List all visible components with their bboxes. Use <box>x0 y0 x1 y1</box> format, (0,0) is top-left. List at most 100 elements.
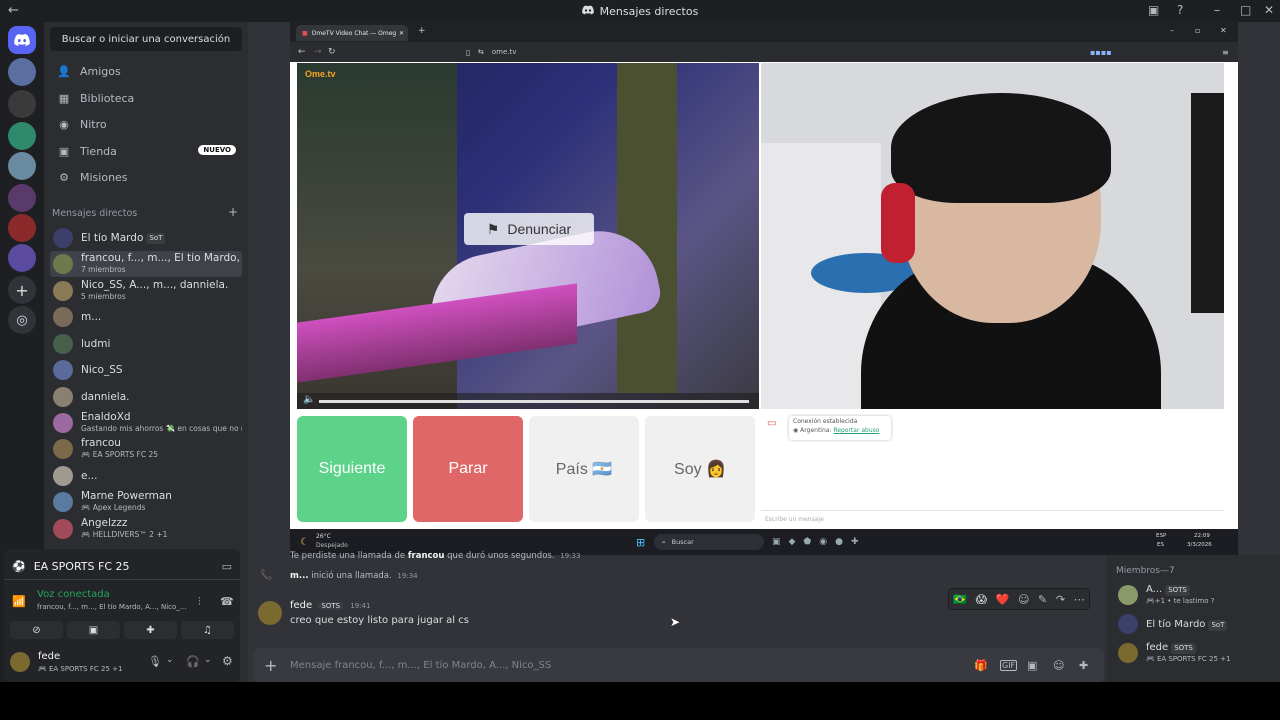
taskbar-time[interactable]: 22:09 <box>1194 533 1210 539</box>
guild-tag[interactable]: SOTS <box>318 602 344 610</box>
server-icon[interactable] <box>8 184 36 212</box>
stop-button[interactable]: Parar <box>413 416 523 522</box>
soundboard-button[interactable]: ♫ <box>181 621 234 639</box>
member-item[interactable]: fede SOTS 🎮 EA SPORTS FC 25 +1 <box>1114 640 1278 666</box>
taskbar-apps-icon[interactable]: ▣◆⬟◉●✚ <box>772 537 867 547</box>
address-bar[interactable]: ⇆ ome.tv <box>478 45 1038 59</box>
share-screen-button[interactable]: ▣ <box>67 621 120 639</box>
noise-suppression-icon[interactable]: ⫶ <box>198 595 201 609</box>
dm-item[interactable]: m... <box>50 304 242 330</box>
edit-icon[interactable]: ✎ <box>1038 593 1047 606</box>
dm-item[interactable]: danniela. <box>50 384 242 410</box>
gender-button[interactable]: Soy 👩 <box>645 416 755 522</box>
region-indicator[interactable]: ES <box>1157 542 1164 548</box>
nav-nitro[interactable]: ◉ Nitro <box>50 112 242 136</box>
brazil-flag-reaction-icon[interactable]: 🇧🇷 <box>953 593 967 606</box>
dm-item[interactable]: Nico_SS, A..., m..., danniela. 5 miembros <box>50 278 242 304</box>
taskbar-search[interactable]: ⌕ Buscar <box>654 534 764 550</box>
nav-library[interactable]: ▦ Biblioteca <box>50 86 242 110</box>
camera-toggle-button[interactable]: ⊘ <box>10 621 63 639</box>
headphones-icon[interactable]: 🎧 <box>186 655 200 668</box>
volume-icon[interactable]: 🔈 <box>303 394 315 405</box>
server-icon[interactable] <box>8 244 36 272</box>
attach-plus-icon[interactable]: + <box>264 656 277 675</box>
gift-icon[interactable]: 🎁 <box>974 659 988 672</box>
inbox-icon[interactable]: ▣ <box>1148 3 1159 17</box>
discover-icon[interactable]: ◎ <box>8 306 36 334</box>
browser-menu-icon[interactable]: ≡ <box>1222 48 1229 57</box>
activities-button[interactable]: ✚ <box>124 621 177 639</box>
bookmark-icon[interactable]: ▯ <box>466 48 470 57</box>
missed-call-user[interactable]: francou <box>408 551 445 561</box>
create-dm-button[interactable]: + <box>228 205 238 219</box>
dm-item[interactable]: e... <box>50 463 242 489</box>
browser-tab[interactable]: ■ OmeTV Video Chat — Omeg ✕ <box>296 25 408 41</box>
browser-close-icon[interactable]: ✕ <box>1220 26 1227 35</box>
more-options-icon[interactable]: ⋯ <box>1074 593 1085 606</box>
browser-restore-icon[interactable]: ▫ <box>1195 26 1200 35</box>
gear-icon[interactable]: ⚙ <box>222 654 233 668</box>
server-icon[interactable] <box>8 122 36 150</box>
dm-item[interactable]: EnaldoXd Gastando mis ahorros 💸 en cosas … <box>50 410 242 436</box>
add-reaction-icon[interactable]: ☺ <box>1018 593 1029 606</box>
screen-share-stream[interactable]: ■ OmeTV Video Chat — Omeg ✕ + – ▫ ✕ ← → … <box>290 22 1238 555</box>
message-author[interactable]: fede <box>290 600 312 611</box>
avatar[interactable] <box>258 601 282 625</box>
disconnect-icon[interactable]: ☎ <box>220 595 234 608</box>
new-tab-icon[interactable]: + <box>418 26 426 36</box>
close-icon[interactable]: ✕ <box>1264 3 1274 17</box>
back-arrow-icon[interactable]: ← <box>8 3 19 18</box>
heart-reaction-icon[interactable]: ❤️ <box>996 593 1010 606</box>
forward-icon[interactable]: ↷ <box>1056 593 1065 606</box>
avatar[interactable] <box>10 652 30 672</box>
lang-indicator[interactable]: ESP <box>1156 533 1166 539</box>
help-icon[interactable]: ? <box>1177 3 1183 17</box>
dm-item[interactable]: Nico_SS <box>50 357 242 383</box>
server-icon[interactable] <box>8 58 36 86</box>
windows-start-icon[interactable]: ⊞ <box>636 536 645 549</box>
maximize-icon[interactable]: □ <box>1240 3 1251 17</box>
dm-item[interactable]: Angelzzz 🎮 HELLDIVERS™ 2 +1 <box>50 516 242 542</box>
dm-item[interactable]: El tío Mardo SoT <box>50 225 242 251</box>
voice-connected-label[interactable]: Voz conectada <box>37 589 110 600</box>
report-abuse-link[interactable]: Reportar abuso <box>833 427 879 434</box>
member-item[interactable]: A... SOTS 🎮+1 • te lastimo ? <box>1114 582 1278 608</box>
browser-minimize-icon[interactable]: – <box>1170 26 1174 35</box>
scream-reaction-icon[interactable]: 😱 <box>976 593 987 606</box>
gif-icon[interactable]: GIF <box>1000 659 1018 671</box>
browser-extensions-icon[interactable]: ▪▪▪▪ <box>1090 48 1112 57</box>
apps-icon[interactable]: ✚ <box>1079 659 1088 672</box>
message-input[interactable]: Mensaje francou, f..., m..., El tío Mard… <box>290 660 551 671</box>
ometv-chat-input[interactable]: Escribe un mensaje <box>761 510 1224 527</box>
nav-shop[interactable]: ▣ Tienda NUEVO <box>50 139 242 163</box>
volume-slider[interactable] <box>319 400 749 403</box>
browser-forward-icon[interactable]: → <box>314 47 322 57</box>
voice-channel-name[interactable]: francou, f..., m..., El tío Mardo, A...,… <box>37 603 187 611</box>
dm-item[interactable]: ludmi <box>50 331 242 357</box>
search-conversation-button[interactable]: Buscar o iniciar una conversación <box>50 27 242 51</box>
dm-item[interactable]: francou, f..., m..., El tío Mardo, A...7… <box>50 251 242 277</box>
report-button[interactable]: ⚑ Denunciar <box>464 213 594 245</box>
server-icon[interactable] <box>8 152 36 180</box>
next-button[interactable]: Siguiente <box>297 416 407 522</box>
direct-messages-home-icon[interactable] <box>8 26 36 54</box>
nav-quests[interactable]: ⚙ Misiones <box>50 165 242 189</box>
member-item[interactable]: El tío Mardo SoT <box>1114 611 1278 637</box>
emoji-icon[interactable]: ☺ <box>1053 659 1064 672</box>
browser-back-icon[interactable]: ← <box>298 47 306 57</box>
tab-close-icon[interactable]: ✕ <box>399 30 404 37</box>
dm-item[interactable]: Marne Powerman 🎮 Apex Legends <box>50 489 242 515</box>
call-starter-user[interactable]: m... <box>290 571 309 581</box>
dm-item[interactable]: francou 🎮 EA SPORTS FC 25 <box>50 436 242 462</box>
volume-bar[interactable]: 🔈 <box>297 393 759 409</box>
activity-row[interactable]: ⚽ EA SPORTS FC 25 ▭ <box>12 557 234 575</box>
add-server-icon[interactable]: + <box>8 276 36 304</box>
chevron-down-icon[interactable]: ⌄ <box>166 655 174 665</box>
server-icon[interactable] <box>8 214 36 242</box>
microphone-icon[interactable]: 🎙 <box>148 655 162 668</box>
taskbar-date[interactable]: 3/3/2026 <box>1187 542 1212 548</box>
nav-friends[interactable]: 👤 Amigos <box>50 59 242 83</box>
sticker-icon[interactable]: ▣ <box>1027 659 1037 672</box>
screen-share-icon[interactable]: ▭ <box>222 560 232 573</box>
country-button[interactable]: País 🇦🇷 <box>529 416 639 522</box>
